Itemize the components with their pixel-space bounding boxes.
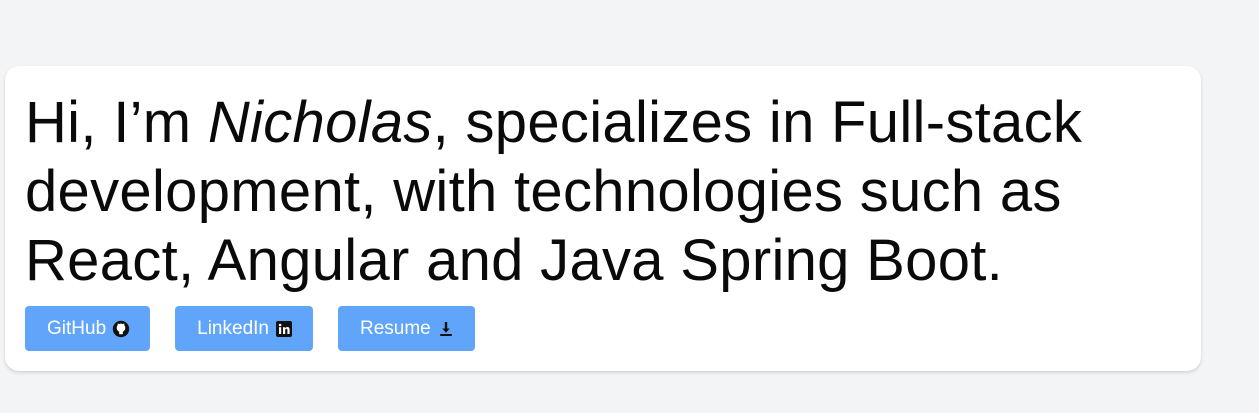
name-text: Nicholas: [207, 90, 433, 155]
social-buttons: GitHub LinkedIn Resume: [25, 306, 475, 351]
download-icon: [437, 320, 455, 338]
resume-button[interactable]: Resume: [337, 306, 475, 351]
intro-headline: Hi, I’m Nicholas, specializes in Full-st…: [25, 88, 1195, 295]
headline-line3: React, Angular and Java Spring Boot.: [25, 228, 1004, 293]
headline-line2: development, with technologies such as: [25, 159, 1062, 224]
github-icon: [112, 320, 130, 338]
headline-line1-rest: , specializes in Full-stack: [432, 90, 1083, 155]
linkedin-button[interactable]: LinkedIn: [175, 306, 313, 351]
linkedin-button-label: LinkedIn: [197, 317, 269, 339]
github-button[interactable]: GitHub: [25, 306, 151, 351]
github-button-label: GitHub: [47, 317, 107, 339]
resume-button-label: Resume: [359, 317, 431, 339]
intro-card: Hi, I’m Nicholas, specializes in Full-st…: [5, 66, 1201, 371]
greeting-text: Hi, I’m: [25, 90, 208, 155]
linkedin-icon: [275, 320, 293, 338]
